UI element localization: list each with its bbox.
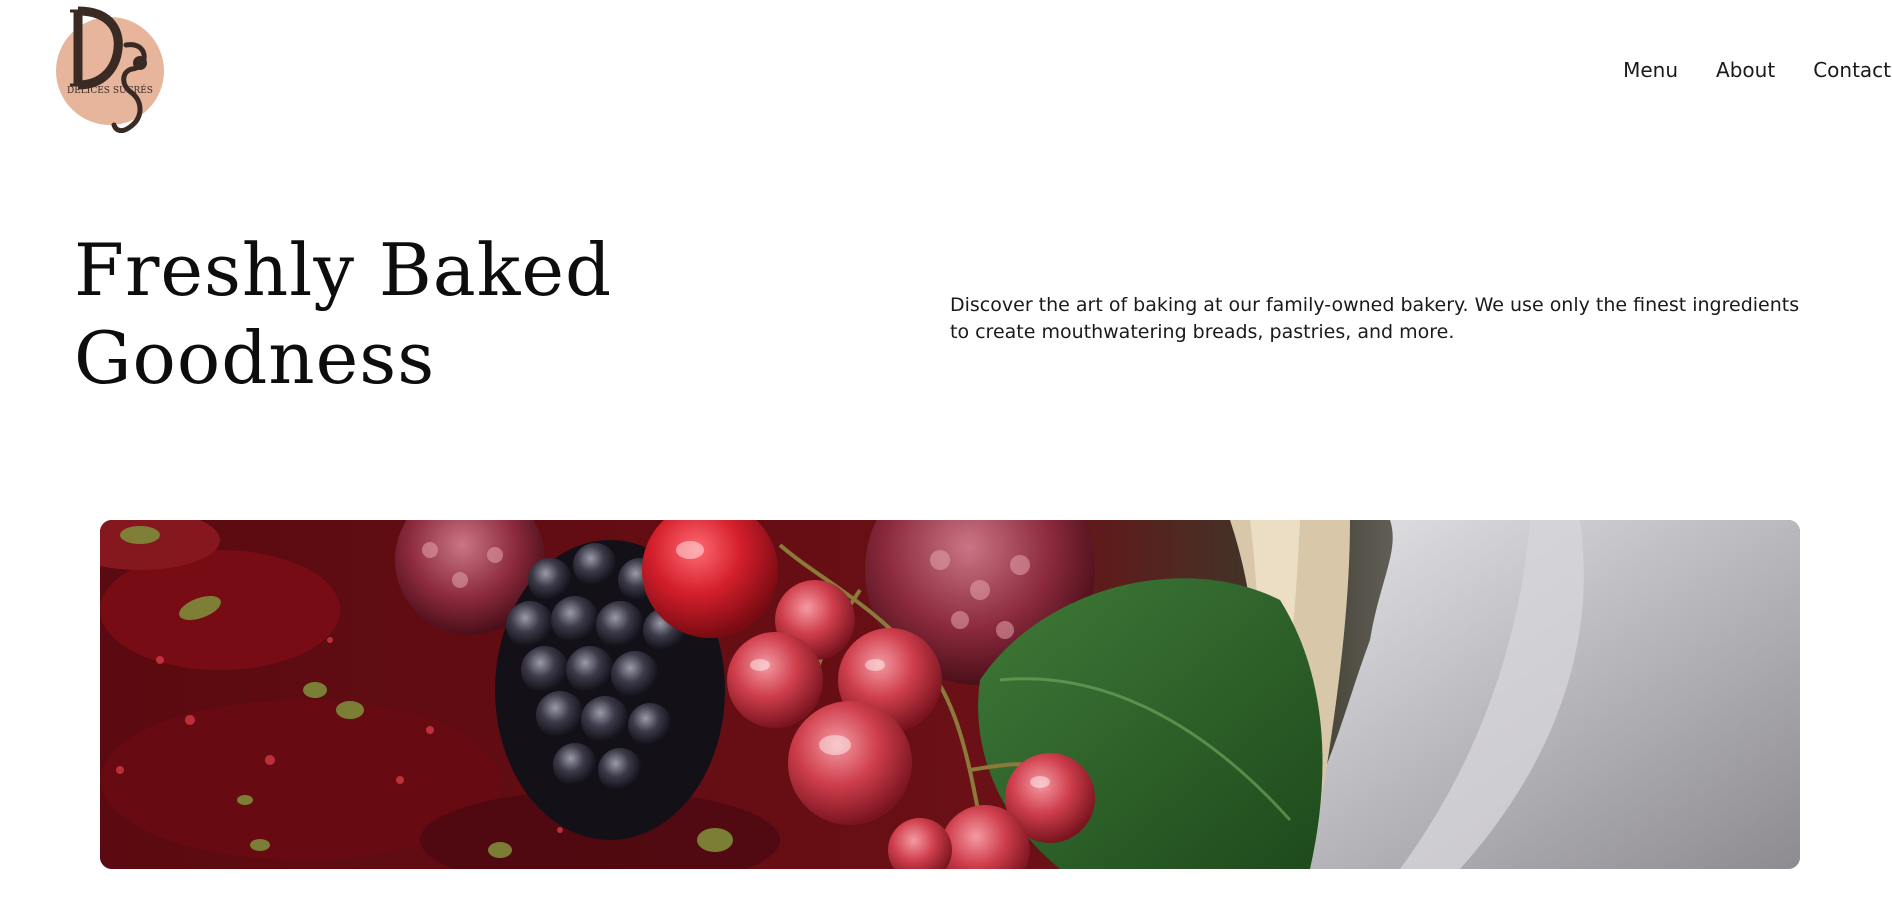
- logo-monogram-icon: DÉLICES SUCRÉS: [56, 6, 164, 133]
- main-nav: Menu About Contact: [1585, 57, 1891, 83]
- berries-photo-icon: [100, 520, 1800, 869]
- nav-item-menu[interactable]: Menu: [1623, 57, 1678, 83]
- logo-wordmark: DÉLICES SUCRÉS: [67, 84, 153, 96]
- nav-item-contact[interactable]: Contact: [1813, 57, 1891, 83]
- nav-item-about[interactable]: About: [1716, 57, 1775, 83]
- hero-description: Discover the art of baking at our family…: [950, 294, 1800, 343]
- page: DÉLICES SUCRÉS Menu About Contact Freshl…: [0, 0, 1892, 901]
- hero-banner-image: [100, 520, 1800, 869]
- hero-title: Freshly Baked Goodness: [74, 226, 714, 402]
- brand-logo[interactable]: DÉLICES SUCRÉS: [56, 5, 164, 133]
- hero-title-line2: Goodness: [74, 316, 436, 400]
- hero-title-line1: Freshly Baked: [74, 228, 613, 312]
